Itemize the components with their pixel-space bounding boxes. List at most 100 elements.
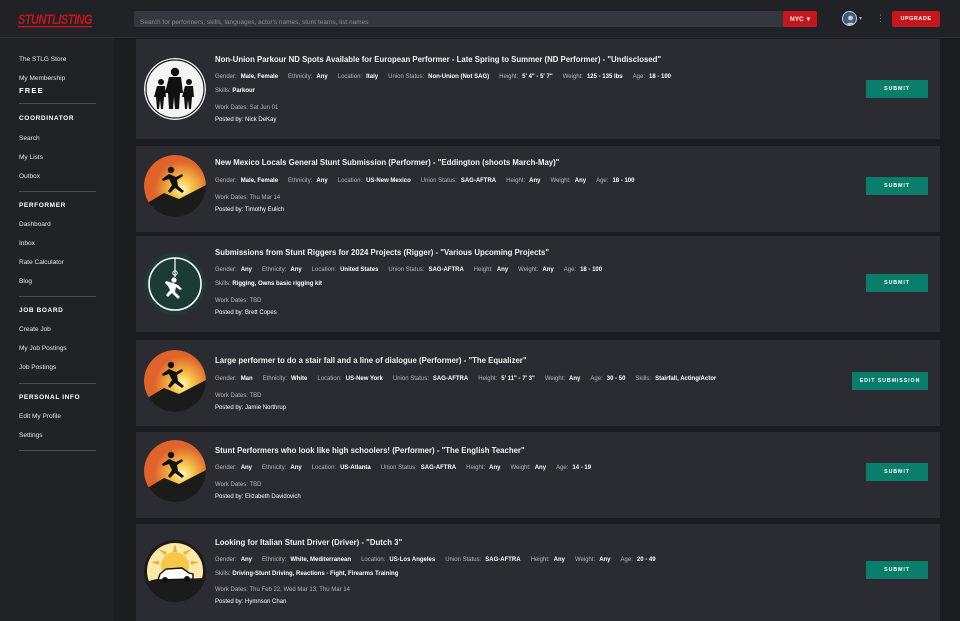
sidebar-item-inbox[interactable]: Inbox (19, 240, 35, 247)
posted-by-value: Nick DeKay (245, 117, 277, 123)
city-label: NYC (790, 15, 804, 23)
field-label: Ethnicity: (288, 178, 313, 184)
job-card[interactable]: Looking for Italian Stunt Driver (Driver… (136, 524, 940, 621)
sidebar-item-membership[interactable]: My Membership (19, 75, 65, 82)
union-value: SAG-AFTRA (420, 465, 457, 471)
job-posted-by: Posted by: Elizabeth Davidovich (215, 494, 301, 500)
submit-button[interactable]: SUBMIT (866, 561, 928, 579)
upgrade-button[interactable]: UPGRADE (892, 11, 940, 27)
sidebar-item-blog[interactable]: Blog (19, 278, 32, 285)
city-selector[interactable]: NYC ▾ (783, 11, 817, 27)
job-skills: Skills: Rigging, Owns basic rigging kit (215, 281, 322, 287)
field-label: Weight: (550, 178, 571, 184)
job-title[interactable]: Large performer to do a stair fall and a… (215, 356, 527, 365)
location-value: US-Los Angeles (389, 557, 436, 563)
job-skills: Skills: Driving-Stunt Driving, Reactions… (215, 571, 398, 577)
stunt-jump-icon (144, 155, 206, 217)
sidebar-heading-personal-info: PERSONAL INFO (19, 394, 81, 401)
job-posted-by: Posted by: Jamie Northrup (215, 405, 286, 411)
sidebar-item-rate-calculator[interactable]: Rate Calculator (19, 259, 64, 266)
job-work-dates: Work Dates: Sat Jun 01 (215, 105, 278, 111)
union-value: SAG-AFTRA (485, 557, 521, 563)
job-requirements: Gender: Male, Female Ethnicity: Any Locati… (215, 178, 634, 184)
union-value: SAG-AFTRA (460, 178, 497, 184)
silhouettes-icon (144, 58, 206, 120)
chevron-down-icon: ▾ (806, 16, 810, 23)
ethnicity-value: Any (290, 267, 302, 273)
sidebar-divider (19, 383, 96, 384)
job-card[interactable]: Stunt Performers who look like high scho… (136, 432, 940, 518)
submit-button[interactable]: SUBMIT (866, 80, 928, 98)
sidebar-divider (19, 191, 96, 192)
job-title[interactable]: New Mexico Locals General Stunt Submissi… (215, 158, 559, 167)
field-label: Gender: (215, 557, 237, 563)
union-value: Non-Union (Not SAG) (428, 74, 490, 80)
field-label: Age: (590, 376, 603, 382)
sidebar-item-edit-profile[interactable]: Edit My Profile (19, 413, 61, 420)
field-label: Union Status: (392, 376, 429, 382)
ethnicity-value: Any (290, 465, 302, 471)
weight-value: Any (569, 376, 581, 382)
sidebar-item-job-postings[interactable]: Job Postings (19, 364, 56, 371)
union-value: SAG-AFTRA (428, 267, 464, 273)
job-card[interactable]: Submissions from Stunt Riggers for 2024 … (136, 236, 940, 332)
sidebar-item-my-lists[interactable]: My Lists (19, 154, 43, 161)
field-label: Height: (466, 465, 486, 471)
field-label: Weight: (510, 465, 531, 471)
work-dates-value: Thu Mar 14 (249, 195, 281, 201)
sidebar-item-create-job[interactable]: Create Job (19, 326, 51, 333)
search-input[interactable] (134, 14, 784, 31)
sidebar-item-search[interactable]: Search (19, 135, 40, 142)
gender-value: Any (240, 465, 253, 471)
job-work-dates: Work Dates: TBD (215, 298, 261, 304)
field-label: Ethnicity: (262, 376, 288, 382)
sidebar-item-dashboard[interactable]: Dashboard (19, 221, 51, 228)
posted-by-value: Brett Copes (245, 310, 277, 316)
field-label: Ethnicity: (262, 267, 287, 273)
posted-by-value: Timothy Eulich (244, 207, 285, 213)
field-label: Posted by: (215, 310, 244, 316)
job-title[interactable]: Submissions from Stunt Riggers for 2024 … (215, 248, 549, 257)
more-icon[interactable]: ⋮ (876, 12, 885, 24)
job-title[interactable]: Stunt Performers who look like high scho… (215, 446, 525, 455)
submit-button[interactable]: SUBMIT (866, 463, 928, 481)
search-bar[interactable] (134, 11, 784, 31)
stuntlisting-logo[interactable]: STUNTLISTING (18, 7, 94, 31)
submit-button[interactable]: SUBMIT (866, 177, 928, 195)
user-menu[interactable]: ▾ (842, 11, 862, 26)
posted-by-value: Jamie Northrup (245, 405, 287, 411)
job-requirements: Gender: Any Ethnicity: Any Location: United… (215, 267, 602, 273)
weight-value: Any (542, 267, 554, 273)
field-label: Union Status: (388, 267, 425, 273)
field-label: Work Dates: (215, 105, 248, 111)
edit-submission-button[interactable]: EDIT SUBMISSION (852, 372, 928, 390)
gender-value: Any (240, 557, 253, 563)
ethnicity-value: White, Mediterranean (290, 557, 352, 563)
field-label: Gender: (215, 178, 237, 184)
job-title[interactable]: Looking for Italian Stunt Driver (Driver… (215, 538, 402, 547)
age-value: 18 - 100 (648, 74, 672, 80)
field-label: Skills: (215, 571, 231, 577)
field-label: Age: (563, 267, 577, 273)
submit-button[interactable]: SUBMIT (866, 274, 928, 292)
age-value: 18 - 100 (580, 267, 603, 273)
sidebar-item-my-job-postings[interactable]: My Job Postings (19, 345, 67, 352)
sidebar-item-settings[interactable]: Settings (19, 432, 43, 439)
job-title[interactable]: Non-Union Parkour ND Spots Available for… (215, 55, 661, 64)
union-value: SAG-AFTRA (432, 376, 469, 382)
height-value: 5' 11" - 7' 3" (501, 376, 535, 382)
field-label: Work Dates: (215, 393, 248, 399)
job-card[interactable]: New Mexico Locals General Stunt Submissi… (136, 146, 940, 232)
job-card[interactable]: Large performer to do a stair fall and a… (136, 340, 940, 426)
skills-value: Rigging, Owns basic rigging kit (232, 281, 323, 287)
ethnicity-value: Any (316, 74, 328, 80)
sidebar-item-outbox[interactable]: Outbox (19, 173, 40, 180)
skills-value: Driving-Stunt Driving, Reactions - Fight… (232, 571, 399, 577)
field-label: Posted by: (215, 117, 244, 123)
field-label: Height: (506, 178, 526, 184)
posted-by-value: Elizabeth Davidovich (245, 494, 301, 500)
job-card[interactable]: Non-Union Parkour ND Spots Available for… (136, 39, 940, 139)
sidebar-item-store[interactable]: The STLG Store (19, 56, 66, 63)
gender-value: Man (240, 376, 253, 382)
field-label: Gender: (215, 465, 237, 471)
